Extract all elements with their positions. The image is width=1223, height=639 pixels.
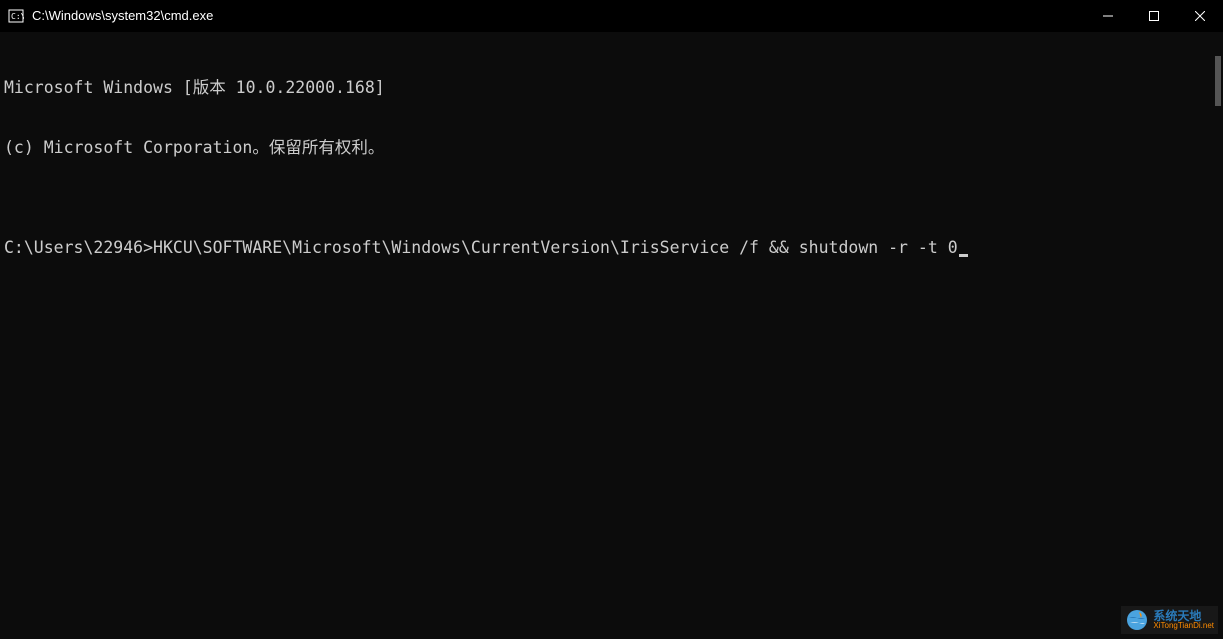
maximize-button[interactable]: [1131, 0, 1177, 32]
terminal-body[interactable]: Microsoft Windows [版本 10.0.22000.168] (c…: [0, 32, 1223, 639]
svg-text:C:\: C:\: [11, 12, 24, 21]
globe-icon: [1125, 608, 1149, 632]
window-title: C:\Windows\system32\cmd.exe: [32, 8, 213, 23]
terminal-command-line: C:\Users\22946>HKCU\SOFTWARE\Microsoft\W…: [4, 238, 1223, 258]
title-bar: C:\ C:\Windows\system32\cmd.exe: [0, 0, 1223, 32]
watermark-sub: XiTongTianDi.net: [1153, 622, 1214, 630]
watermark-text: 系统天地 XiTongTianDi.net: [1153, 610, 1214, 630]
watermark: 系统天地 XiTongTianDi.net: [1121, 606, 1218, 634]
scrollbar[interactable]: [1209, 32, 1223, 639]
cursor: [959, 254, 968, 257]
cmd-icon: C:\: [8, 8, 24, 24]
close-button[interactable]: [1177, 0, 1223, 32]
title-left: C:\ C:\Windows\system32\cmd.exe: [0, 8, 213, 24]
window-controls: [1085, 0, 1223, 31]
terminal-prompt: C:\Users\22946>: [4, 238, 153, 257]
terminal-line-2: (c) Microsoft Corporation。保留所有权利。: [4, 138, 1223, 158]
terminal-command: HKCU\SOFTWARE\Microsoft\Windows\CurrentV…: [153, 238, 958, 257]
minimize-button[interactable]: [1085, 0, 1131, 32]
scroll-thumb[interactable]: [1215, 56, 1221, 106]
terminal-line-1: Microsoft Windows [版本 10.0.22000.168]: [4, 78, 1223, 98]
